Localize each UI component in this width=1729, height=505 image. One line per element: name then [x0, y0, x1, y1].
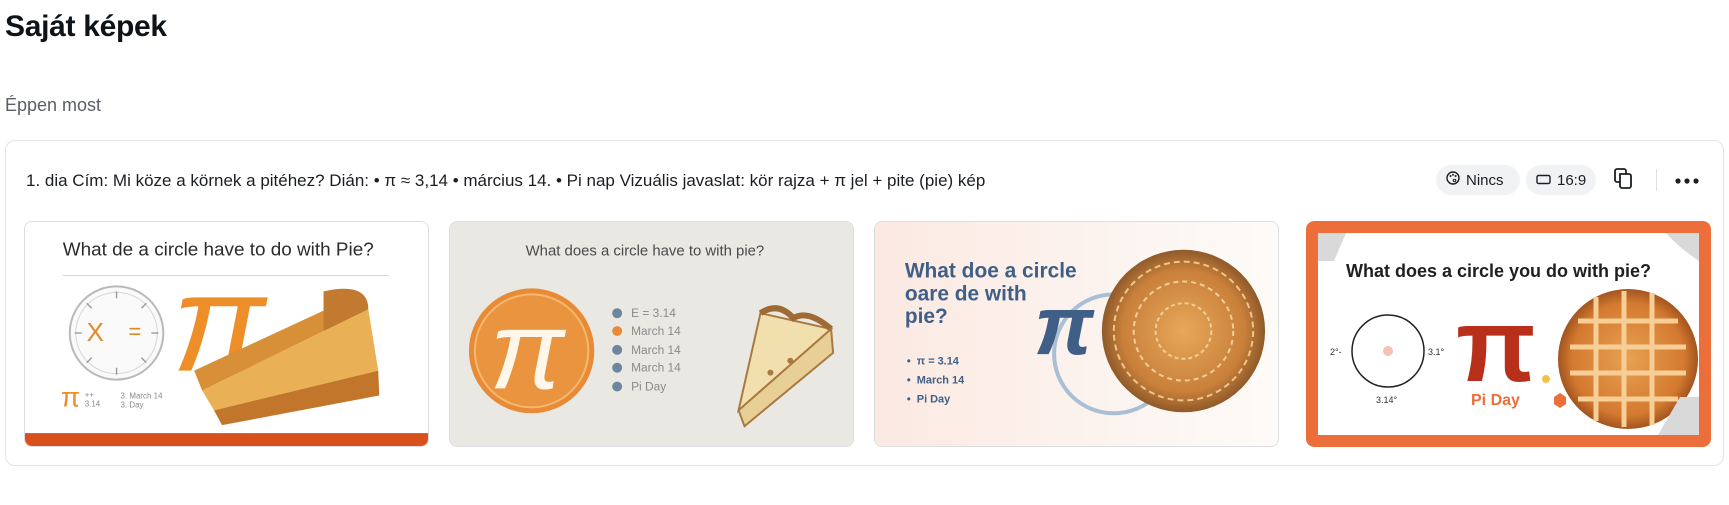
- more-horizontal-icon: [1675, 171, 1699, 189]
- image-2-pi: π: [490, 288, 567, 413]
- image-2-bullet-5: Pi Day: [631, 380, 666, 394]
- image-3-bullet-2-text: March 14: [917, 375, 964, 387]
- image-4-pi: π: [1456, 288, 1536, 404]
- image-2-bullet-4: March 14: [631, 361, 681, 375]
- clock-eq: =: [128, 319, 141, 344]
- image-1-note-1: 3. March 14: [121, 391, 164, 400]
- image-3-title-2: oare de with: [905, 282, 1027, 305]
- toolbar-divider: [1656, 169, 1657, 191]
- image-1-small-2: 3.14: [85, 399, 101, 408]
- image-3-bullet-3-text: Pi Day: [917, 393, 950, 405]
- image-3-title-3: pie?: [905, 305, 948, 328]
- prompt-text[interactable]: 1. dia Cím: Mi köze a körnek a pitéhez? …: [26, 171, 985, 191]
- image-3-bullet-2: •: [907, 375, 911, 387]
- image-4-label-3: 3.14°: [1376, 395, 1398, 405]
- generated-image-1[interactable]: What de a circle have to do with Pie? X …: [24, 221, 429, 447]
- image-2-bullet-2: March 14: [631, 324, 681, 338]
- image-grid: What de a circle have to do with Pie? X …: [24, 221, 1714, 447]
- image-1-small-pi: π: [61, 381, 80, 412]
- section-label: Éppen most: [5, 95, 102, 115]
- image-1-note-2: 3. Day: [121, 400, 144, 409]
- image-2-title: What does a circle have to with pie?: [526, 244, 765, 260]
- generated-image-4[interactable]: What does a circle you do with pie? 2°- …: [1306, 221, 1711, 447]
- style-chip[interactable]: Nincs: [1436, 165, 1520, 195]
- more-options-button[interactable]: [1670, 163, 1704, 197]
- image-3-bullet-3: •: [907, 393, 911, 405]
- generated-image-3[interactable]: What doe a circle oare de with pie? π • …: [874, 221, 1279, 447]
- copy-button[interactable]: [1606, 163, 1640, 197]
- palette-icon: [1446, 171, 1460, 189]
- image-1-small-1: ++: [85, 390, 95, 399]
- generated-image-2[interactable]: What does a circle have to with pie? π E…: [449, 221, 854, 447]
- style-chip-label: Nincs: [1466, 171, 1504, 189]
- image-4-caption: Pi Day: [1471, 392, 1520, 409]
- image-4-label-2: 3.1°: [1428, 347, 1445, 357]
- clock-x: X: [87, 319, 104, 347]
- image-3-bullet-1-text: π = 3.14: [917, 356, 959, 368]
- rectangle-icon: [1536, 172, 1551, 189]
- page-title: Saját képek: [5, 10, 167, 43]
- image-3-bullet-1: •: [907, 356, 911, 368]
- image-2-bullet-3: March 14: [631, 343, 681, 357]
- copy-icon: [1612, 167, 1634, 194]
- generation-card: 1. dia Cím: Mi köze a körnek a pitéhez? …: [5, 140, 1724, 466]
- image-2-bullet-1: E = 3.14: [631, 306, 676, 320]
- image-4-title: What does a circle you do with pie?: [1346, 261, 1651, 281]
- ratio-chip[interactable]: 16:9: [1526, 165, 1596, 195]
- image-3-pi: π: [1034, 278, 1095, 372]
- image-4-label-1: 2°-: [1330, 347, 1342, 357]
- ratio-chip-label: 16:9: [1557, 171, 1587, 189]
